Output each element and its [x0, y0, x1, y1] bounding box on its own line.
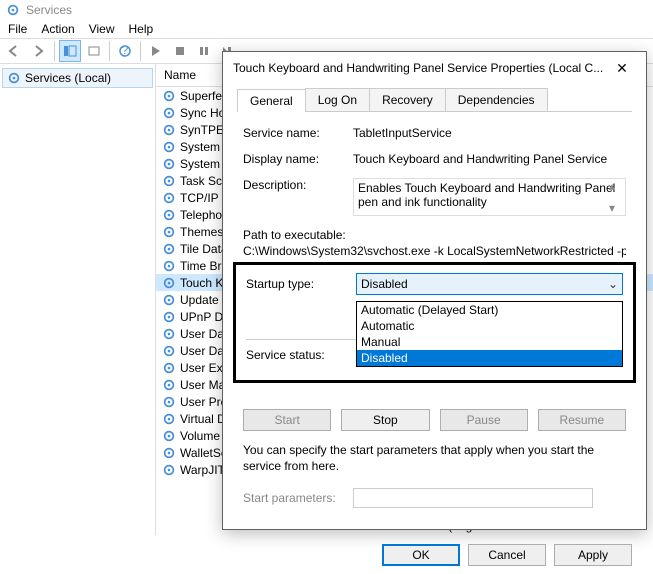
tab-general[interactable]: General: [237, 89, 306, 112]
nav-item-label: Services (Local): [25, 71, 111, 85]
label-path: Path to executable:: [243, 228, 626, 242]
forward-button[interactable]: [28, 40, 50, 62]
cancel-button[interactable]: Cancel: [468, 544, 546, 566]
menubar: File Action View Help: [0, 20, 653, 38]
dialog-title: Touch Keyboard and Handwriting Panel Ser…: [233, 61, 603, 75]
tab-dependencies[interactable]: Dependencies: [445, 88, 548, 111]
play-button[interactable]: [145, 40, 167, 62]
tab-recovery[interactable]: Recovery: [369, 88, 446, 111]
label-startup-type: Startup type:: [246, 277, 356, 291]
option-disabled[interactable]: Disabled: [357, 350, 622, 366]
label-display-name: Display name:: [243, 152, 353, 166]
back-button[interactable]: [4, 40, 26, 62]
close-button[interactable]: ✕: [608, 58, 636, 78]
tab-logon[interactable]: Log On: [305, 88, 370, 111]
menu-help[interactable]: Help: [129, 22, 154, 36]
start-parameters-input: [353, 488, 593, 508]
window-titlebar: Services: [0, 0, 653, 20]
startup-type-combo[interactable]: Disabled ⌄: [356, 273, 623, 295]
startup-type-value: Disabled: [361, 277, 408, 291]
menu-view[interactable]: View: [89, 22, 115, 36]
description-scrollbar[interactable]: ▴▾: [609, 179, 625, 215]
help-button[interactable]: ?: [114, 40, 136, 62]
label-start-parameters: Start parameters:: [243, 491, 353, 505]
value-display-name: Touch Keyboard and Handwriting Panel Ser…: [353, 152, 626, 166]
svg-text:?: ?: [122, 44, 129, 57]
label-service-name: Service name:: [243, 126, 353, 140]
description-box: Enables Touch Keyboard and Handwriting P…: [353, 178, 626, 216]
menu-file[interactable]: File: [8, 22, 27, 36]
option-automatic-delayed[interactable]: Automatic (Delayed Start): [357, 302, 622, 318]
export-list-button[interactable]: [83, 40, 105, 62]
startup-region: Startup type: Disabled ⌄ Automatic (Dela…: [233, 262, 636, 383]
service-name: Tile Data: [180, 242, 228, 256]
value-service-name: TabletInputService: [353, 126, 626, 140]
nav-tree: Services (Local): [0, 64, 156, 535]
service-name: Themes: [180, 225, 223, 239]
label-description: Description:: [243, 178, 353, 192]
window-title: Services: [26, 3, 72, 17]
startup-type-dropdown[interactable]: Automatic (Delayed Start) Automatic Manu…: [356, 301, 623, 367]
ok-button[interactable]: OK: [382, 544, 460, 566]
tabstrip: General Log On Recovery Dependencies: [237, 88, 632, 112]
app-icon: [6, 3, 20, 17]
chevron-down-icon: ⌄: [608, 277, 618, 291]
stop-button-toolbar[interactable]: [169, 40, 191, 62]
resume-button: Resume: [538, 409, 626, 431]
stop-button[interactable]: Stop: [341, 409, 429, 431]
pause-button: Pause: [440, 409, 528, 431]
value-path: C:\Windows\System32\svchost.exe -k Local…: [243, 244, 626, 258]
properties-dialog: Touch Keyboard and Handwriting Panel Ser…: [222, 51, 647, 530]
apply-button[interactable]: Apply: [554, 544, 632, 566]
value-description: Enables Touch Keyboard and Handwriting P…: [358, 181, 615, 209]
note-text: You can specify the start parameters tha…: [243, 443, 626, 474]
start-button: Start: [243, 409, 331, 431]
nav-item-services-local[interactable]: Services (Local): [2, 68, 153, 88]
pause-button-toolbar[interactable]: [193, 40, 215, 62]
label-service-status: Service status:: [246, 348, 356, 362]
menu-action[interactable]: Action: [41, 22, 74, 36]
option-automatic[interactable]: Automatic: [357, 318, 622, 334]
option-manual[interactable]: Manual: [357, 334, 622, 350]
show-hide-tree-button[interactable]: [59, 40, 81, 62]
